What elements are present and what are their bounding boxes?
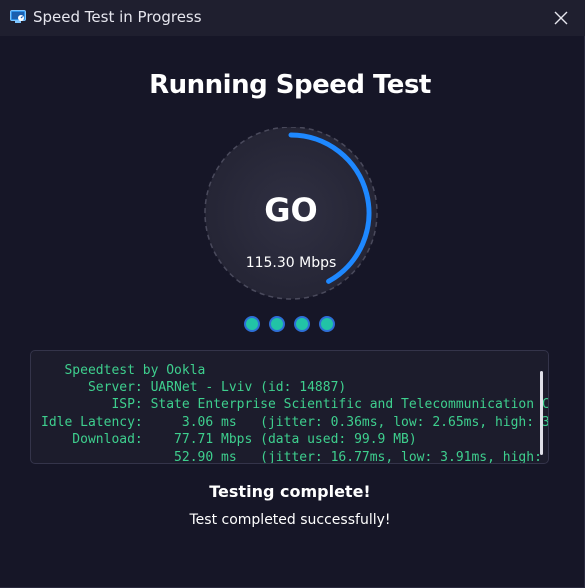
speedtest-app-icon [10, 10, 26, 23]
speed-readout: 115.30 Mbps [245, 255, 337, 271]
close-icon [554, 11, 568, 25]
console-line: Server: UARNet - Lviv (id: 14887) [41, 380, 347, 395]
page-title: Running Speed Test [149, 70, 431, 100]
console-line: ISP: State Enterprise Scientific and Tel… [41, 397, 549, 412]
progress-dot [294, 316, 310, 332]
go-button[interactable]: GO [196, 191, 386, 229]
progress-dot [269, 316, 285, 332]
title-bar: Speed Test in Progress [0, 0, 585, 36]
console-line: 52.90 ms (jitter: 16.77ms, low: 3.91ms, … [174, 450, 542, 464]
console-line: Speedtest by Ookla [41, 363, 206, 378]
console-line: Download: 77.71 Mbps (data used: 99.9 MB… [41, 432, 417, 447]
status-title: Testing complete! [209, 482, 371, 501]
console-line: Idle Latency: 3.06 ms (jitter: 0.36ms, l… [41, 415, 549, 430]
progress-dot [319, 316, 335, 332]
status-message: Test completed successfully! [189, 512, 391, 528]
speed-gauge: GO 115.30 Mbps [196, 127, 386, 317]
progress-dots [244, 316, 344, 332]
progress-dot [244, 316, 260, 332]
output-console[interactable]: Speedtest by Ookla Server: UARNet - Lviv… [30, 350, 549, 464]
speed-test-window: Speed Test in Progress Running Speed Tes… [0, 0, 585, 588]
console-scrollbar[interactable] [540, 371, 543, 455]
window-title: Speed Test in Progress [33, 8, 202, 26]
close-button[interactable] [545, 2, 577, 34]
